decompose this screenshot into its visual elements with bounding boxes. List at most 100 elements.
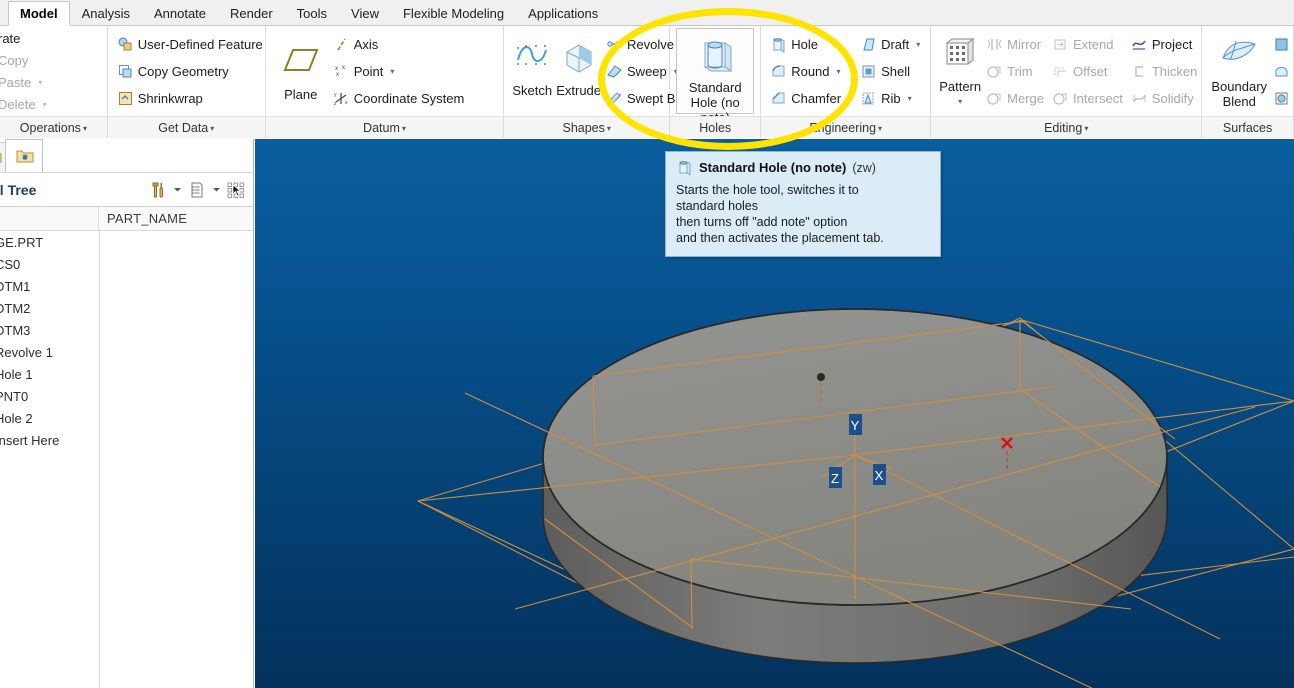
tree-row-label: CS0 xyxy=(0,256,21,272)
datum-plane-icon xyxy=(281,44,321,84)
ribbon-group-title-operations[interactable]: Operations ▾ xyxy=(0,116,108,138)
chevron-down-icon[interactable]: ▾ xyxy=(837,63,841,80)
ribbon-item-label: Round xyxy=(791,63,830,79)
ribbon-button-pattern[interactable]: Pattern ▾ xyxy=(937,28,983,114)
chevron-down-icon[interactable]: ▾ xyxy=(908,90,912,107)
ribbon-group-title-shapes[interactable]: Shapes ▾ xyxy=(504,116,671,138)
chevron-down-icon[interactable]: ▾ xyxy=(916,36,920,53)
ribbon-item-delete[interactable]: Delete ▾ xyxy=(0,94,52,115)
round-icon xyxy=(770,63,787,80)
chevron-down-icon[interactable]: ▾ xyxy=(848,90,852,107)
chevron-down-icon[interactable]: ▾ xyxy=(958,94,962,109)
chevron-down-icon[interactable]: ▾ xyxy=(390,63,394,80)
chevron-down-icon: ▾ xyxy=(878,123,883,133)
ribbon-item-shell[interactable]: Shell xyxy=(857,58,925,84)
ribbon-group-title-engineering[interactable]: Engineering ▾ xyxy=(761,116,932,138)
ribbon-item-chamfer[interactable]: Chamfer ▾ xyxy=(767,85,857,111)
ribbon-item-copy[interactable]: Copy xyxy=(0,50,52,71)
ribbon-group-get-data: User-Defined Feature Copy Geometry Shrin… xyxy=(107,26,268,138)
standard-hole-icon xyxy=(695,37,735,77)
ribbon-item-merge[interactable]: Merge xyxy=(983,85,1049,111)
tree-row[interactable]: GE.PRT xyxy=(0,231,253,253)
display-options-dropdown-caret[interactable] xyxy=(210,179,223,201)
swept-blend-icon xyxy=(606,90,623,107)
svg-text:y: y xyxy=(334,92,337,98)
ribbon-item-rib[interactable]: Rib ▾ xyxy=(857,85,925,111)
ribbon-item-freeform[interactable]: F xyxy=(1270,85,1294,111)
style-icon xyxy=(1273,63,1290,80)
ribbon-button-boundary-blend[interactable]: Boundary Blend xyxy=(1208,28,1270,114)
ribbon-item-mirror[interactable]: Mirror xyxy=(983,31,1049,57)
chamfer-icon xyxy=(770,90,787,107)
tree-row[interactable]: Hole 2 xyxy=(0,407,253,429)
navigator-tab-model-tree[interactable] xyxy=(5,139,43,172)
ribbon-item-trim[interactable]: Trim xyxy=(983,58,1049,84)
ribbon-item-style[interactable]: S xyxy=(1270,58,1294,84)
ribbon-group-title-get-data[interactable]: Get Data ▾ xyxy=(107,116,266,138)
ribbon-item-thicken[interactable]: Thicken xyxy=(1128,58,1203,84)
tree-row[interactable]: DTM1 xyxy=(0,275,253,297)
ribbon-button-plane[interactable]: Plane xyxy=(272,28,330,114)
ribbon-item-round[interactable]: Round ▾ xyxy=(767,58,857,84)
ribbon-item-label: Chamfer xyxy=(791,90,842,106)
ribbon-button-sketch[interactable]: Sketch xyxy=(510,28,554,114)
display-options-icon[interactable] xyxy=(186,179,208,201)
settings-dropdown-caret[interactable] xyxy=(171,179,184,201)
ribbon-button-standard-hole-no-note[interactable]: Standard Hole (no note) xyxy=(676,28,755,125)
tree-row[interactable]: CS0 xyxy=(0,253,253,275)
group-title-text: Engineering xyxy=(809,121,877,135)
fill-icon xyxy=(1273,36,1290,53)
ribbon-button-extrude[interactable]: Sketch Extrude xyxy=(554,28,603,114)
rib-icon xyxy=(860,90,877,107)
group-title-text: Operations xyxy=(19,121,81,135)
tree-filters-icon[interactable] xyxy=(225,179,247,201)
tree-row[interactable]: Revolve 1 xyxy=(0,341,253,363)
ribbon-group-title-datum[interactable]: Datum ▾ xyxy=(265,116,505,138)
ribbon-item-regenerate[interactable]: rate xyxy=(0,28,52,49)
ribbon-item-label: Merge xyxy=(1007,90,1044,106)
tab-render[interactable]: Render xyxy=(218,1,285,26)
tab-view[interactable]: View xyxy=(339,1,391,26)
ribbon-item-extend[interactable]: Extend xyxy=(1049,31,1128,57)
ribbon-item-offset[interactable]: Offset xyxy=(1049,58,1128,84)
tab-flexible-modeling[interactable]: Flexible Modeling xyxy=(391,1,516,26)
tab-applications[interactable]: Applications xyxy=(516,1,610,26)
ribbon-item-shrinkwrap[interactable]: Shrinkwrap xyxy=(114,85,268,111)
ribbon-item-draft[interactable]: Draft ▾ xyxy=(857,31,925,57)
navigator-header: el Tree xyxy=(0,173,253,207)
settings-tools-icon[interactable] xyxy=(147,179,169,201)
datum-point-icon: x x x xyxy=(333,63,350,80)
tab-analysis[interactable]: Analysis xyxy=(70,1,142,26)
ribbon-item-hole[interactable]: Hole xyxy=(767,31,857,57)
ribbon-group-title-holes[interactable]: Holes xyxy=(670,116,762,138)
sweep-icon xyxy=(606,63,623,80)
chevron-down-icon: ▾ xyxy=(82,123,87,133)
tab-model[interactable]: Model xyxy=(8,1,70,26)
tree-row[interactable]: DTM2 xyxy=(0,297,253,319)
ribbon-group-title-surfaces[interactable]: Surfaces xyxy=(1202,116,1294,138)
ribbon-item-axis[interactable]: Axis xyxy=(330,31,470,57)
ribbon-item-intersect[interactable]: Intersect xyxy=(1049,85,1128,111)
tree-row[interactable]: Hole 1 xyxy=(0,363,253,385)
ribbon-item-solidify[interactable]: Solidify xyxy=(1128,85,1203,111)
ribbon-item-user-defined-feature[interactable]: User-Defined Feature xyxy=(114,31,268,57)
tree-row[interactable]: DTM3 xyxy=(0,319,253,341)
ribbon-item-project[interactable]: Project xyxy=(1128,31,1203,57)
tree-row[interactable]: Insert Here xyxy=(0,429,253,451)
ribbon-button-label: Sketch xyxy=(512,83,553,98)
ribbon-item-copy-geometry[interactable]: Copy Geometry xyxy=(114,58,268,84)
tab-annotate[interactable]: Annotate xyxy=(142,1,218,26)
group-title-text: Surfaces xyxy=(1222,121,1273,135)
ribbon-item-coordinate-system[interactable]: y z x Coordinate System xyxy=(330,85,470,111)
ribbon-item-fill[interactable]: F xyxy=(1270,31,1294,57)
tab-tools[interactable]: Tools xyxy=(285,1,339,26)
ribbon-item-point[interactable]: x x x Point ▾ xyxy=(330,58,470,84)
ribbon-item-paste[interactable]: Paste ▾ xyxy=(0,72,52,93)
tree-row-label: Insert Here xyxy=(0,432,60,448)
tree-row[interactable]: PNT0 xyxy=(0,385,253,407)
chevron-down-icon[interactable]: ▾ xyxy=(43,96,47,113)
chevron-down-icon[interactable]: ▾ xyxy=(38,74,42,91)
tree-row-label: DTM3 xyxy=(0,322,31,338)
tooltip-standard-hole: Standard Hole (no note) (zw) Starts the … xyxy=(665,151,941,257)
ribbon-group-title-editing[interactable]: Editing ▾ xyxy=(931,116,1203,138)
